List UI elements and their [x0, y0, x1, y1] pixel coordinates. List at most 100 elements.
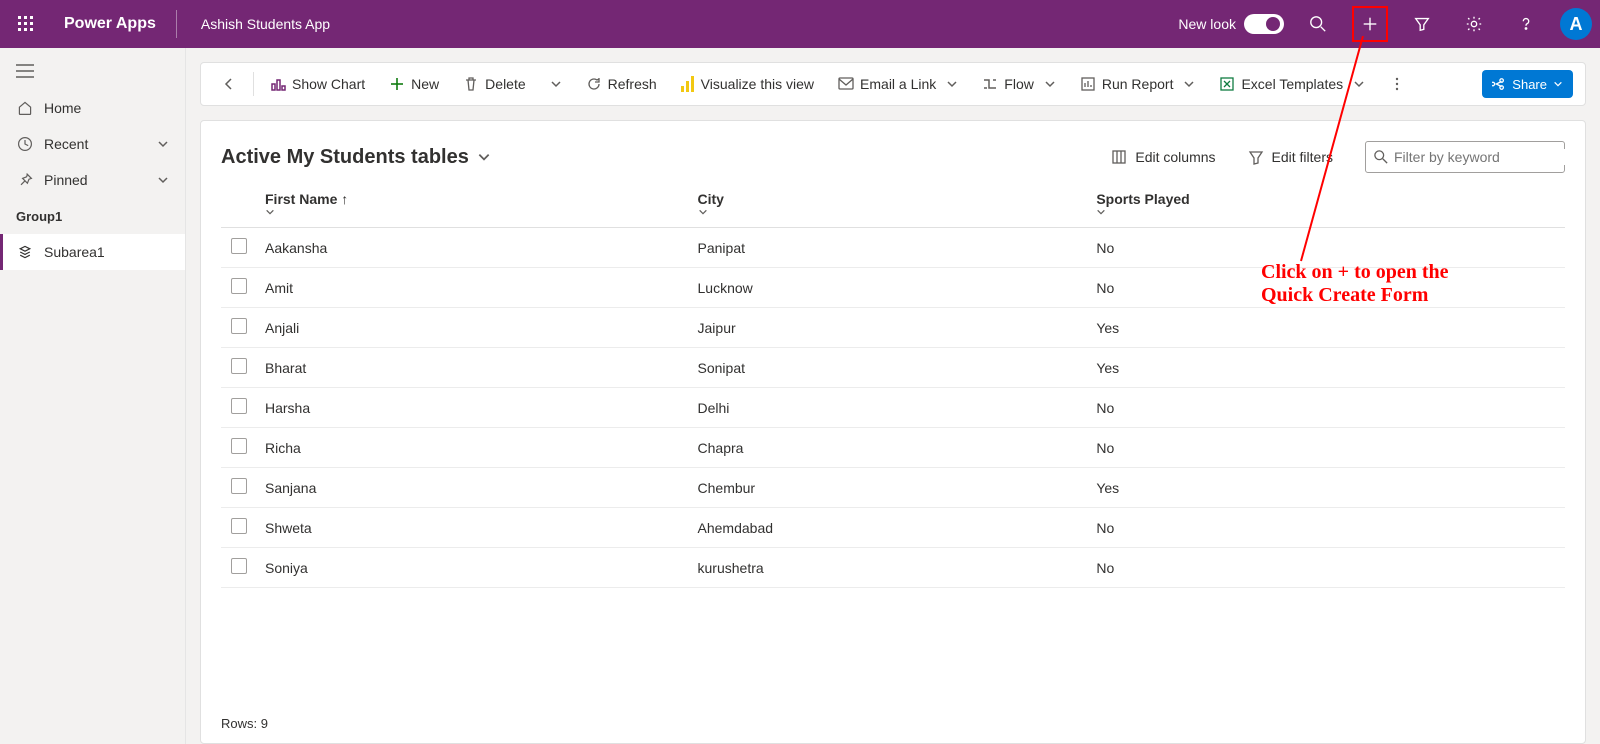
pin-icon: [16, 172, 34, 188]
cell-firstname[interactable]: Harsha: [257, 388, 690, 428]
nav-collapse-icon[interactable]: [0, 56, 185, 90]
cell-firstname[interactable]: Anjali: [257, 308, 690, 348]
row-checkbox[interactable]: [231, 358, 247, 374]
cell-sports[interactable]: No: [1088, 228, 1565, 268]
plus-icon: [389, 76, 405, 92]
cell-city[interactable]: Ahemdabad: [690, 508, 1089, 548]
run-report-button[interactable]: Run Report: [1072, 68, 1204, 100]
edit-columns-button[interactable]: Edit columns: [1111, 149, 1215, 165]
cell-firstname[interactable]: Bharat: [257, 348, 690, 388]
delete-button[interactable]: Delete: [455, 68, 533, 100]
row-checkbox[interactable]: [231, 478, 247, 494]
cell-city[interactable]: Delhi: [690, 388, 1089, 428]
visualize-button[interactable]: Visualize this view: [673, 68, 822, 100]
chevron-down-icon[interactable]: [1044, 78, 1056, 90]
help-icon[interactable]: [1508, 6, 1544, 42]
user-avatar[interactable]: A: [1560, 8, 1592, 40]
cell-firstname[interactable]: Sanjana: [257, 468, 690, 508]
app-launcher-icon[interactable]: [8, 6, 44, 42]
new-button[interactable]: New: [381, 68, 447, 100]
delete-split-chevron[interactable]: [542, 68, 570, 100]
search-icon[interactable]: [1300, 6, 1336, 42]
row-checkbox[interactable]: [231, 438, 247, 454]
cell-city[interactable]: Lucknow: [690, 268, 1089, 308]
cell-city[interactable]: Chembur: [690, 468, 1089, 508]
row-checkbox[interactable]: [231, 318, 247, 334]
cell-firstname[interactable]: Shweta: [257, 508, 690, 548]
settings-icon[interactable]: [1456, 6, 1492, 42]
recent-icon: [16, 136, 34, 152]
share-button[interactable]: Share: [1482, 70, 1573, 98]
avatar-initial: A: [1570, 14, 1583, 35]
nav-recent[interactable]: Recent: [0, 126, 185, 162]
separator: [253, 72, 254, 96]
back-button[interactable]: [213, 68, 245, 100]
cell-sports[interactable]: No: [1088, 508, 1565, 548]
cell-sports[interactable]: Yes: [1088, 468, 1565, 508]
table-row[interactable]: Sanjana Chembur Yes: [221, 468, 1565, 508]
keyword-filter[interactable]: [1365, 141, 1565, 173]
keyword-input[interactable]: [1394, 149, 1575, 165]
cell-city[interactable]: Chapra: [690, 428, 1089, 468]
chevron-down-icon[interactable]: [1183, 78, 1195, 90]
chevron-down-icon[interactable]: [157, 138, 169, 150]
nav-home[interactable]: Home: [0, 90, 185, 126]
cell-firstname[interactable]: Amit: [257, 268, 690, 308]
row-checkbox[interactable]: [231, 278, 247, 294]
divider: [176, 10, 177, 38]
col-firstname[interactable]: First Name ↑: [257, 181, 690, 228]
edit-filters-button[interactable]: Edit filters: [1248, 149, 1333, 165]
table-row[interactable]: Amit Lucknow No: [221, 268, 1565, 308]
select-all-header[interactable]: [221, 181, 257, 228]
cell-sports[interactable]: No: [1088, 388, 1565, 428]
toggle-switch[interactable]: [1244, 14, 1284, 34]
nav-pinned[interactable]: Pinned: [0, 162, 185, 198]
table-row[interactable]: Soniya kurushetra No: [221, 548, 1565, 588]
col-sports[interactable]: Sports Played: [1088, 181, 1565, 228]
table-row[interactable]: Shweta Ahemdabad No: [221, 508, 1565, 548]
flow-button[interactable]: Flow: [974, 68, 1064, 100]
chevron-down-icon[interactable]: [1353, 78, 1365, 90]
chevron-down-icon[interactable]: [265, 207, 682, 217]
cell-city[interactable]: Panipat: [690, 228, 1089, 268]
row-checkbox[interactable]: [231, 398, 247, 414]
rows-count: Rows: 9: [221, 704, 1565, 731]
cell-city[interactable]: kurushetra: [690, 548, 1089, 588]
quick-create-icon[interactable]: [1352, 6, 1388, 42]
view-selector[interactable]: Active My Students tables: [221, 146, 491, 169]
cell-sports[interactable]: No: [1088, 268, 1565, 308]
cell-sports[interactable]: No: [1088, 428, 1565, 468]
filter-icon[interactable]: [1404, 6, 1440, 42]
refresh-button[interactable]: Refresh: [578, 68, 665, 100]
row-checkbox[interactable]: [231, 558, 247, 574]
cell-city[interactable]: Sonipat: [690, 348, 1089, 388]
email-link-button[interactable]: Email a Link: [830, 68, 966, 100]
new-look-toggle[interactable]: New look: [1178, 14, 1284, 34]
cell-sports[interactable]: No: [1088, 548, 1565, 588]
table-row[interactable]: Richa Chapra No: [221, 428, 1565, 468]
table-row[interactable]: Aakansha Panipat No: [221, 228, 1565, 268]
cell-firstname[interactable]: Richa: [257, 428, 690, 468]
cell-sports[interactable]: Yes: [1088, 308, 1565, 348]
table-row[interactable]: Harsha Delhi No: [221, 388, 1565, 428]
chevron-down-icon[interactable]: [1096, 207, 1557, 217]
excel-templates-button[interactable]: Excel Templates: [1211, 68, 1373, 100]
row-checkbox[interactable]: [231, 518, 247, 534]
row-checkbox[interactable]: [231, 238, 247, 254]
cell-sports[interactable]: Yes: [1088, 348, 1565, 388]
chevron-down-icon: [1553, 79, 1563, 89]
chevron-down-icon[interactable]: [946, 78, 958, 90]
col-city[interactable]: City: [690, 181, 1089, 228]
nav-subarea1[interactable]: Subarea1: [0, 234, 185, 270]
cell-city[interactable]: Jaipur: [690, 308, 1089, 348]
chevron-down-icon[interactable]: [157, 174, 169, 186]
app-name[interactable]: Ashish Students App: [193, 16, 338, 32]
table-row[interactable]: Anjali Jaipur Yes: [221, 308, 1565, 348]
overflow-button[interactable]: [1381, 68, 1413, 100]
cell-firstname[interactable]: Aakansha: [257, 228, 690, 268]
chevron-down-icon[interactable]: [698, 207, 1081, 217]
show-chart-button[interactable]: Show Chart: [262, 68, 373, 100]
table-row[interactable]: Bharat Sonipat Yes: [221, 348, 1565, 388]
home-icon: [16, 100, 34, 116]
cell-firstname[interactable]: Soniya: [257, 548, 690, 588]
